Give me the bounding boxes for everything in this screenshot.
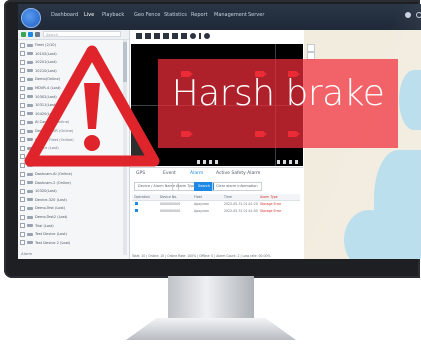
alarm-type-cell: Storage Error (260, 202, 282, 206)
tree-checkbox[interactable] (20, 223, 25, 229)
record-icon[interactable] (190, 33, 196, 39)
monitor-stand-base (126, 318, 296, 340)
tree-checkbox[interactable] (20, 205, 25, 211)
layout-6-icon[interactable] (154, 33, 160, 39)
device-no-cell: 0000000000 (160, 209, 181, 213)
tree-item-label: Demo-Test (Lost) (35, 206, 66, 211)
layout-9-icon[interactable] (172, 33, 178, 39)
app-logo (21, 8, 41, 28)
search-input[interactable]: Search (43, 31, 121, 37)
top-navigation-bar: Dashboard Live Playback Geo Fence Statis… (18, 4, 421, 30)
vehicle-icon (27, 215, 33, 219)
nav-management[interactable]: Management (214, 12, 247, 18)
tree-item-label: Demo-Test2 (Lost) (35, 215, 68, 219)
tree-checkbox[interactable] (20, 188, 25, 194)
alarm-type-cell: Storage Error (260, 209, 282, 213)
fleet-cell: Apoyvron (194, 202, 210, 206)
tree-item-label: Test Device (Lost) (35, 232, 67, 237)
layout-4-icon[interactable] (145, 33, 151, 39)
device-no-cell: 0000000000 (160, 202, 181, 206)
column-header: Device No. (160, 195, 178, 199)
tree-checkbox[interactable] (20, 240, 25, 246)
warning-triangle-icon (24, 45, 160, 167)
nav-dashboard[interactable]: Dashboard (51, 12, 78, 18)
sidebar-footer: Alarm (21, 251, 33, 256)
tree-item[interactable]: 10320(Lost) (20, 188, 124, 195)
nav-playback[interactable]: Playback (102, 12, 124, 18)
map-zoom-in-icon[interactable] (307, 44, 315, 52)
nav-geo-fence[interactable]: Geo Fence (134, 12, 160, 18)
vehicle-icon (27, 181, 33, 185)
column-header: Alarm Type (260, 195, 278, 199)
layout-8-icon[interactable] (163, 33, 169, 39)
column-header: Time (224, 195, 232, 199)
table-row[interactable]: 0000000000 Apoyvron 2022-05-31 01:41:20 … (132, 201, 300, 207)
tree-item[interactable]: Demo-Test2 (Lost) (20, 214, 124, 221)
nav-server[interactable]: Server (248, 12, 264, 18)
alert-text: Harsh brake (171, 73, 385, 114)
tree-item[interactable]: Dashcam-2 (Online) (20, 180, 124, 187)
vehicle-icon (27, 198, 33, 202)
view-icon[interactable] (135, 209, 138, 212)
vehicle-icon (27, 172, 33, 176)
tree-item[interactable]: Dashcam-AI (Online) (20, 171, 124, 178)
vehicle-icon (27, 224, 33, 228)
tree-item-label: Trial (Lost) (35, 223, 54, 228)
layout-16-icon[interactable] (181, 33, 187, 39)
alarm-table-header: Operation Device No. Fleet Time Alarm Ty… (132, 194, 300, 201)
tree-checkbox[interactable] (20, 180, 25, 186)
stop-icon[interactable] (204, 33, 210, 39)
nav-live[interactable]: Live (84, 12, 94, 18)
exclamation-dot (84, 135, 100, 151)
tree-item-label: Test Device 2 (Lost) (35, 240, 71, 245)
map-sea (399, 70, 421, 130)
tree-item[interactable]: Test Device 2 (Lost) (20, 240, 124, 247)
vehicle-icon (27, 241, 33, 245)
video-layout-toolbar (130, 30, 303, 42)
user-icon[interactable] (405, 12, 411, 18)
table-row[interactable]: 0000000000 Apoyvron 2022-05-31 01:41:05 … (132, 208, 300, 214)
tree-item[interactable]: Device-320 (Lost) (20, 197, 124, 204)
status-bar: Total: 10 | Online: 10 | Online Rate: 10… (132, 254, 271, 258)
harsh-brake-alert-banner: Harsh brake (158, 59, 398, 148)
clear-alarm-button[interactable]: Clear alarm information (212, 182, 262, 191)
tree-checkbox[interactable] (20, 171, 25, 177)
tab-alarm[interactable]: Alarm (190, 171, 203, 176)
tree-checkbox[interactable] (20, 231, 25, 237)
alarm-panel: GPS Event Alarm Active Safety Alarm Devi… (130, 167, 303, 259)
filter-all-icon[interactable] (28, 32, 33, 37)
tree-item-label: Dashcam-2 (Online) (35, 180, 71, 185)
tree-checkbox[interactable] (20, 214, 25, 220)
tree-item[interactable]: Demo-Test (Lost) (20, 205, 124, 212)
tab-gps[interactable]: GPS (136, 171, 145, 176)
filter-online-icon[interactable] (21, 32, 26, 37)
tab-active-safety-alarm[interactable]: Active Safety Alarm (216, 171, 260, 176)
time-cell: 2022-05-31 01:41:05 (224, 209, 258, 213)
time-cell: 2022-05-31 01:41:20 (224, 202, 258, 206)
tree-item-label: Device-320 (Lost) (35, 197, 67, 202)
pause-icon[interactable] (199, 33, 201, 39)
settings-gear-icon[interactable] (416, 12, 421, 18)
sidebar-toolbar: Search (18, 30, 129, 40)
view-icon[interactable] (135, 202, 138, 205)
vehicle-icon (27, 206, 33, 210)
tree-item[interactable]: Trial (Lost) (20, 223, 124, 230)
video-control-icons[interactable] (277, 160, 299, 164)
nav-statistics[interactable]: Statistics (164, 12, 187, 18)
tree-item[interactable]: Test Device (Lost) (20, 231, 124, 238)
tree-item-label: 10320(Lost) (35, 189, 57, 194)
fleet-cell: Apoyvron (194, 209, 210, 213)
video-control-icons[interactable] (197, 160, 219, 164)
tree-checkbox[interactable] (20, 197, 25, 203)
column-header: Operation (134, 195, 150, 199)
vehicle-icon (27, 232, 33, 236)
vehicle-icon (27, 189, 33, 193)
column-header: Fleet (194, 195, 202, 199)
tree-item-label: Dashcam-AI (Online) (35, 172, 73, 176)
layout-1-icon[interactable] (136, 33, 142, 39)
tab-event[interactable]: Event (163, 171, 176, 176)
refresh-icon[interactable] (35, 32, 40, 37)
nav-report[interactable]: Report (191, 12, 208, 18)
